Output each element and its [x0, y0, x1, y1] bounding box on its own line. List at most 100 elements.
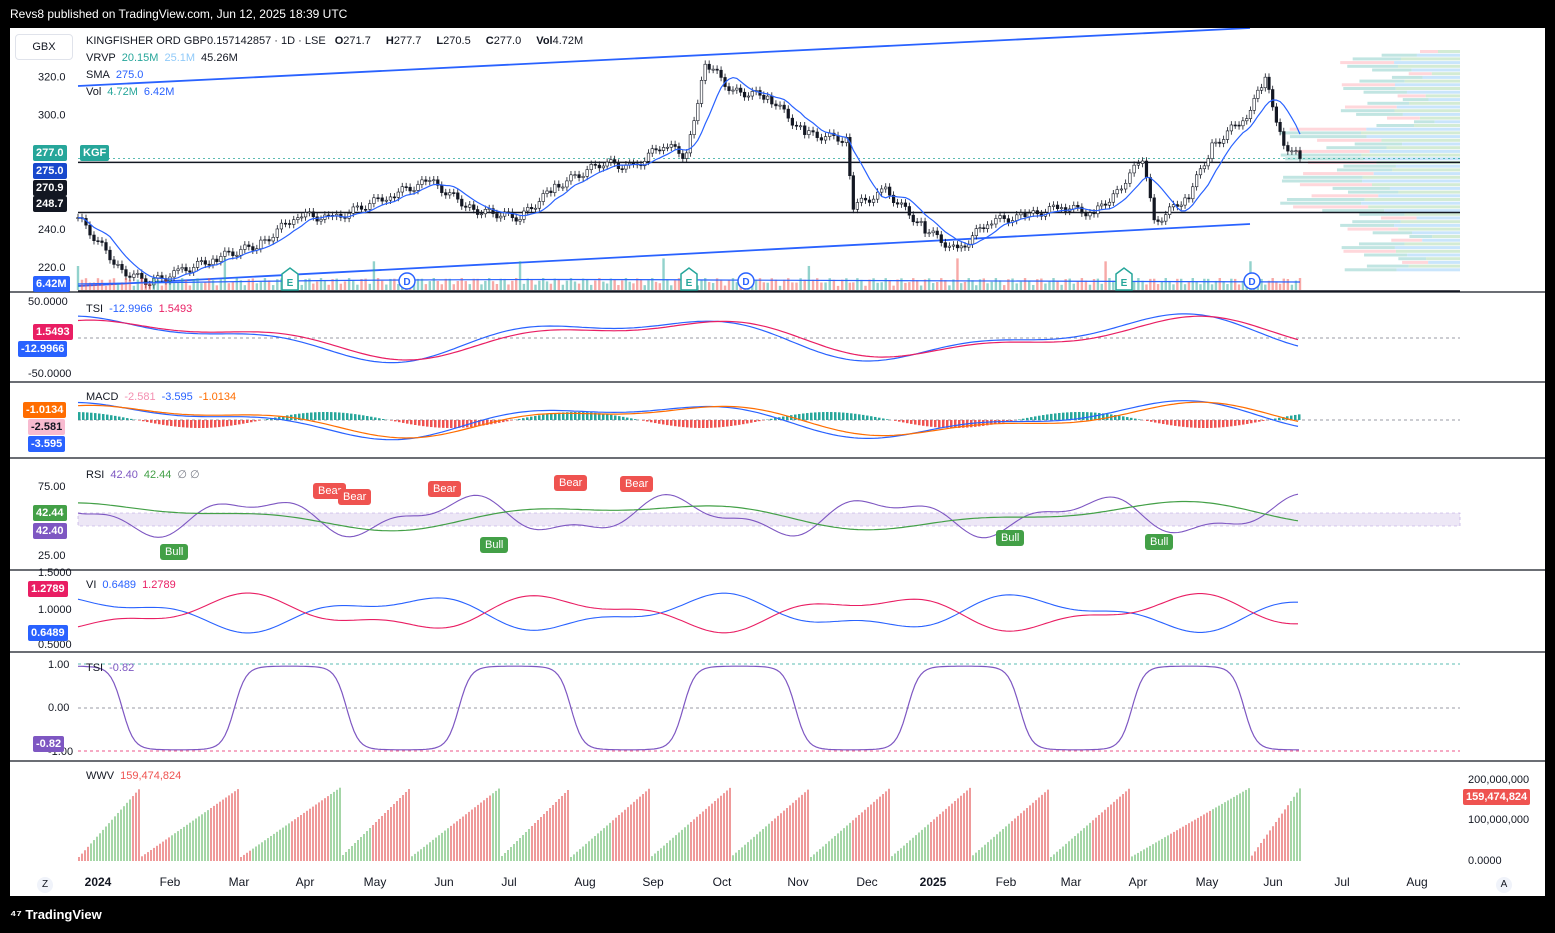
- macd-hist-bar: [198, 420, 201, 428]
- macd-hist-bar: [1154, 420, 1157, 423]
- candle-body: [811, 130, 815, 133]
- macd-hist-bar: [310, 412, 313, 420]
- wwv-bar: [492, 793, 494, 861]
- chart-svg[interactable]: 2024 Feb Mar Apr May Jun Jul Aug Sep Oct Nov Dec 202…: [10, 28, 1545, 896]
- wwv-bar: [1224, 802, 1226, 861]
- macd-tag-macd: -3.595: [28, 436, 66, 452]
- volume-bar: [219, 279, 223, 290]
- rsi-bull-label-1: Bull: [160, 544, 189, 560]
- auto-scale-button[interactable]: A: [1496, 877, 1512, 893]
- candle-body: [368, 203, 372, 210]
- volume-bar: [967, 278, 970, 290]
- publisher-bar: Revs8 published on TradingView.com, Jun …: [0, 0, 1555, 28]
- wwv-bar: [1047, 789, 1049, 861]
- wwv-bar: [576, 851, 578, 861]
- macd-hist-bar: [770, 418, 773, 420]
- macd-hist-bar: [1186, 420, 1189, 428]
- macd-hist-bar: [1214, 420, 1217, 428]
- volume-bar: [944, 280, 947, 290]
- tsi2-legend: TSI -0.82: [86, 662, 135, 674]
- volume-profile-bar: [1404, 79, 1460, 83]
- wwv-bar: [1125, 791, 1127, 861]
- volume-profile-bar: [1408, 264, 1460, 268]
- wwv-bar: [816, 851, 818, 861]
- candle-body: [553, 183, 557, 193]
- candle-body: [537, 201, 541, 209]
- wwv-bar: [312, 806, 314, 861]
- volume-bar: [132, 285, 136, 290]
- candle-body: [288, 223, 292, 225]
- wwv-bar: [1254, 851, 1256, 861]
- candle-body: [990, 223, 994, 226]
- volume-bar: [255, 283, 259, 290]
- vi-axis-label: 1.0000: [38, 604, 72, 616]
- volume-bar: [1160, 281, 1164, 290]
- volume-bar: [1298, 278, 1302, 290]
- price-tag-level1: 270.9: [33, 180, 67, 196]
- volume-bar: [180, 278, 184, 290]
- volume-profile-bar: [1402, 142, 1460, 146]
- candle-body: [231, 251, 235, 256]
- macd-hist-bar: [306, 412, 309, 420]
- macd-hist-bar: [554, 413, 557, 420]
- wwv-bar: [480, 802, 482, 861]
- volume-bar: [1104, 261, 1107, 290]
- candle-body: [1290, 150, 1294, 153]
- wwv-bar: [1182, 826, 1184, 861]
- price-axis-label: 300.0: [38, 110, 66, 122]
- macd-hist-bar: [474, 420, 477, 427]
- volume-bar: [832, 279, 836, 290]
- volume-bar: [1282, 278, 1285, 290]
- macd-hist-bar: [150, 420, 153, 423]
- wwv-bar: [1050, 857, 1052, 861]
- wwv-bar: [537, 820, 539, 861]
- wwv-bar: [231, 793, 233, 861]
- wwv-bar: [1248, 788, 1250, 861]
- macd-hist-bar: [698, 420, 701, 428]
- wwv-bar: [708, 806, 710, 861]
- macd-hist-bar: [366, 415, 369, 420]
- volume-bar: [1210, 284, 1214, 290]
- wwv-bar: [1284, 809, 1286, 861]
- macd-hist-bar: [1046, 414, 1049, 420]
- volume-bar: [848, 282, 852, 290]
- wwv-bar: [627, 807, 629, 861]
- volume-profile-bar: [1411, 231, 1460, 235]
- volume-profile-bar: [1317, 138, 1382, 142]
- zoom-button[interactable]: Z: [37, 877, 53, 893]
- wwv-bar: [1119, 796, 1121, 861]
- candle-body: [351, 206, 355, 214]
- wwv-bar: [141, 856, 143, 861]
- macd-hist-bar: [410, 420, 413, 425]
- volume-bar: [472, 278, 475, 290]
- volume-bar: [1084, 280, 1088, 290]
- macd-hist-bar: [1230, 420, 1233, 427]
- tsi-axis-label: -50.0000: [28, 368, 71, 380]
- volume-profile-bar: [1391, 75, 1423, 79]
- macd-hist-bar: [390, 420, 393, 421]
- volume-bar: [1156, 284, 1160, 290]
- wwv-bar: [414, 853, 416, 861]
- volume-profile-bar: [1434, 120, 1460, 124]
- wwv-bar: [285, 825, 287, 861]
- volume-bar: [1096, 278, 1100, 290]
- volume-bar: [666, 279, 669, 290]
- volume-bar: [778, 285, 782, 290]
- ticker-tag: KGF: [80, 145, 110, 161]
- macd-hist-bar: [1250, 420, 1253, 424]
- wwv-bar: [828, 841, 830, 861]
- wwv-bar: [135, 792, 137, 861]
- macd-hist-bar: [1162, 420, 1165, 425]
- volume-bar: [456, 280, 459, 290]
- volume-bar: [1132, 281, 1136, 290]
- candle-body: [267, 239, 271, 242]
- volume-profile-bar: [1438, 50, 1460, 53]
- chart-area[interactable]: 2024 Feb Mar Apr May Jun Jul Aug Sep Oct Nov Dec 202…: [10, 28, 1545, 896]
- volume-bar: [372, 261, 376, 290]
- currency-button[interactable]: GBX: [15, 34, 73, 60]
- macd-hist-bar: [426, 420, 429, 427]
- wwv-bar: [663, 845, 665, 861]
- wwv-bar: [165, 839, 167, 861]
- macd-hist-bar: [1298, 414, 1301, 420]
- candle-body: [685, 152, 689, 159]
